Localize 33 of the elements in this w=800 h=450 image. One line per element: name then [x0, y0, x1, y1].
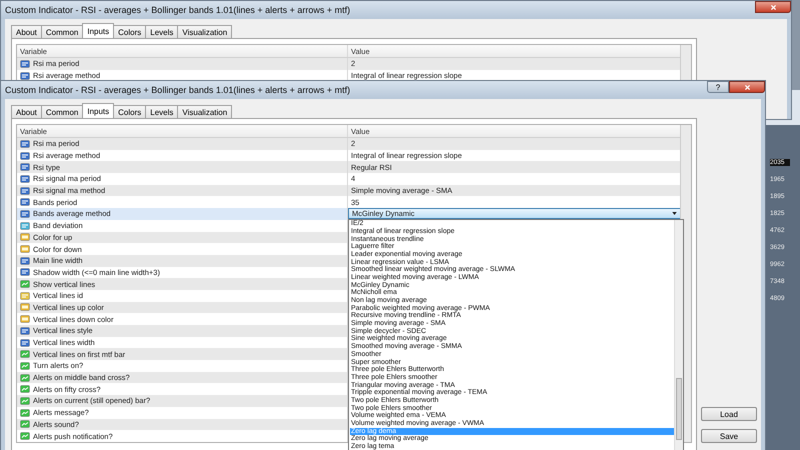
dialog-button[interactable]: Save [701, 429, 757, 443]
tab[interactable]: About [11, 105, 42, 118]
close-icon[interactable] [744, 84, 750, 90]
scrollbar[interactable] [674, 220, 683, 450]
scrollbar[interactable] [680, 45, 691, 82]
tab[interactable]: Colors [113, 105, 146, 118]
integer-icon [20, 326, 30, 335]
integer-icon [20, 210, 30, 218]
tab[interactable]: Levels [145, 25, 178, 38]
tab[interactable]: Visualization [177, 25, 232, 38]
integer-icon [20, 163, 30, 172]
close-button[interactable] [755, 1, 791, 13]
dialog-button[interactable]: Load [701, 407, 757, 421]
window-title: Custom Indicator - RSI - averages + Bollinger bands 1.01(lines + alerts + arrows + mtf) [5, 85, 350, 95]
tab[interactable]: Common [40, 25, 84, 38]
integer-icon [20, 140, 30, 148]
caret-icon[interactable] [672, 212, 677, 216]
close-button[interactable] [729, 81, 765, 93]
tab[interactable]: Visualization [177, 105, 232, 118]
toggle-icon [20, 280, 30, 288]
toggle-icon [20, 396, 30, 405]
toggle-icon [20, 350, 30, 358]
help-button[interactable]: ? [707, 81, 729, 93]
tab[interactable]: Levels [145, 105, 178, 118]
tab[interactable]: Colors [113, 25, 146, 38]
close-icon[interactable] [770, 4, 776, 10]
tab[interactable]: Common [40, 105, 84, 118]
tab[interactable]: Inputs [82, 103, 114, 118]
integer-icon [20, 256, 30, 265]
integer-icon [20, 60, 30, 68]
window-title: Custom Indicator - RSI - averages + Bollinger bands 1.01(lines + alerts + arrows + mtf) [5, 5, 350, 15]
tab[interactable]: About [11, 25, 42, 38]
tab[interactable]: Inputs [82, 23, 114, 38]
